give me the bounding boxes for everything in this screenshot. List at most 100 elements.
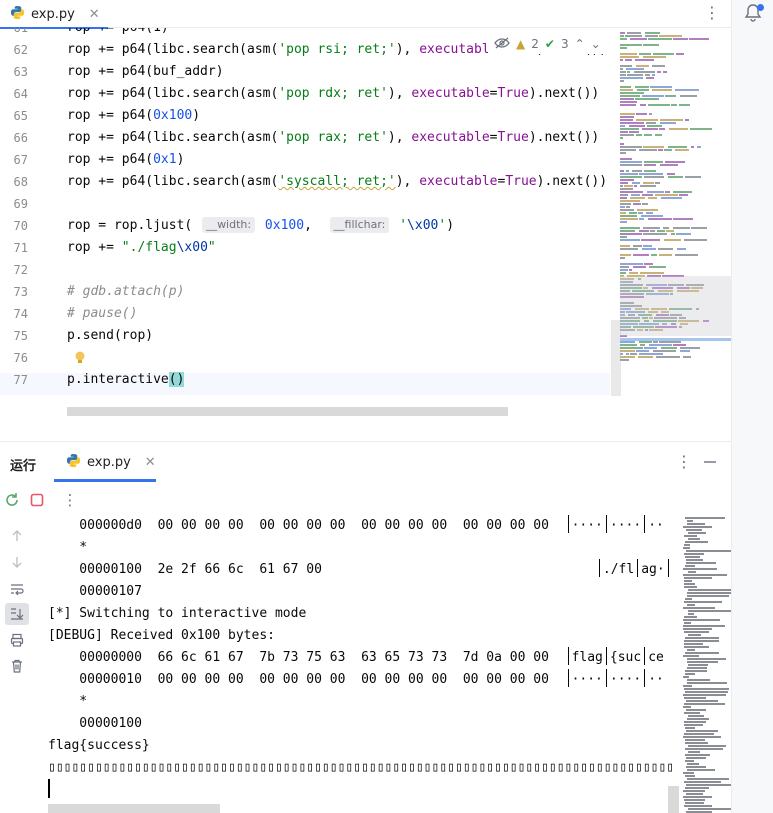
minimap-line [639,218,644,220]
run-console-output[interactable]: 000000d0 00 00 00 00 00 00 00 00 00 00 0… [38,515,678,813]
minimap-line [664,239,681,241]
console-minimap-line [684,721,706,723]
run-tab-exp-py[interactable]: exp.py ✕ [58,441,164,483]
minimap-line [644,134,652,136]
intention-bulb-icon[interactable] [74,350,86,370]
console-minimap-line [684,580,692,582]
hexdump-separator [637,559,639,577]
console-minimap-line [686,709,706,711]
minimap-line [635,59,654,61]
code-line[interactable]: rop += p64(0x100) [67,105,200,127]
close-tab-icon[interactable]: ✕ [89,7,100,22]
console-minimap-line [684,577,712,579]
hexdump-separator [598,559,600,577]
code-line[interactable]: rop += p64(libc.search(asm('syscall; ret… [67,171,607,193]
console-minimap-line [684,544,690,546]
console-minimap-line [687,649,695,651]
minimize-icon[interactable] [703,452,717,472]
minimap-line [639,341,652,343]
minimap-line [620,161,642,163]
minimap-line [620,65,632,67]
minimap-line [632,170,642,172]
hexdump-ascii: ·· [648,518,664,533]
code-line[interactable]: # gdb.attach(p) [67,281,184,303]
minimap-line [624,185,633,187]
minimap-line [644,164,656,166]
print-icon[interactable] [8,631,26,649]
minimap-line [642,248,656,250]
code-line[interactable]: rop += p64(1) [67,28,169,39]
rerun-icon[interactable] [3,491,21,509]
console-minimap-line [684,601,722,603]
stop-icon[interactable] [28,491,46,509]
code-line[interactable]: rop += p64(libc.search(asm('pop rdx; ret… [67,83,599,105]
more-options-icon[interactable]: ⋮ [703,3,721,23]
minimap-line [636,350,649,352]
minimap-line [666,230,674,232]
next-highlight-icon[interactable]: ⌄ [591,37,601,51]
active-run-tab-indicator [54,479,156,482]
code-line[interactable]: rop += p64(libc.search(asm('pop rax; ret… [67,127,599,149]
hexdump-ascii: ce [648,650,664,665]
console-minimap-line [686,562,716,564]
console-minimap-line [683,547,690,549]
code-line[interactable]: rop = rop.ljust( __width: 0x100, __fillc… [67,215,454,237]
minimap-line [639,230,649,232]
soft-wrap-icon[interactable] [8,580,26,598]
console-minimap-line [685,541,708,543]
clear-all-icon[interactable] [8,657,26,675]
console-minimap-line [683,568,717,570]
minimap-line [665,191,670,193]
code-line[interactable]: # pause() [67,303,137,325]
close-run-tab-icon[interactable]: ✕ [145,455,156,470]
console-minimap[interactable] [680,517,731,813]
console-minimap-line [684,799,705,801]
scroll-down-icon[interactable] [8,553,26,571]
console-minimap-line [684,688,729,690]
minimap-line [640,185,656,187]
code-line[interactable]: rop += "./flag\x00" [67,237,216,259]
console-minimap-line [684,631,709,633]
code-line[interactable]: rop += p64(buf_addr) [67,61,224,83]
console-minimap-line [683,655,699,657]
scroll-up-icon[interactable] [8,527,26,545]
console-horizontal-scrollbar[interactable] [48,804,220,813]
console-minimap-line [683,694,726,696]
minimap-line [648,218,672,220]
console-vertical-scrollbar[interactable] [668,786,679,813]
editor-horizontal-scrollbar[interactable] [67,407,508,416]
hexdump-ascii: ···· [571,518,603,533]
console-minimap-line [686,559,703,561]
minimap-line [633,245,642,247]
code-line[interactable]: p.send(rop) [67,325,153,347]
inspection-widget[interactable]: ▲ 2 ✔ 3 ⌃ ⌄ [488,34,607,54]
code-editor[interactable]: 61 62 63 64 65 66 67 68 69 70 71 72 73 74 75 76 77 rop +… [0,28,731,441]
minimap-line [689,38,709,40]
code-line[interactable]: rop += p64(0x1) [67,149,184,171]
minimap-line [620,188,633,190]
minimap-line [652,89,672,91]
minimap-line [629,269,632,271]
editor-tab-exp-py[interactable]: exp.py ✕ [0,0,108,29]
scroll-to-end-icon[interactable] [5,603,29,625]
minimap-line [620,209,634,211]
line-number: 61 [13,28,28,35]
minimap-line [650,230,655,232]
minimap-line [638,356,653,358]
minimap-viewport[interactable] [620,276,731,336]
minimap-line [620,56,639,58]
previous-highlight-icon[interactable]: ⌃ [575,37,585,51]
run-more-options-icon[interactable]: ⋮ [676,452,692,471]
code-line[interactable]: p.interactive() [67,369,185,391]
minimap-line [620,95,640,97]
minimap-line [620,218,638,220]
console-minimap-line [687,595,729,597]
minimap-line [620,179,634,181]
minimap-line [676,233,691,235]
hide-inspections-icon[interactable] [494,37,510,52]
toolbar-more-icon[interactable]: ⋮ [61,491,79,509]
minimap-line [645,35,658,37]
console-minimap-line [684,616,697,618]
hexdump-ascii: ···· [609,672,642,687]
minimap-line [684,239,707,241]
